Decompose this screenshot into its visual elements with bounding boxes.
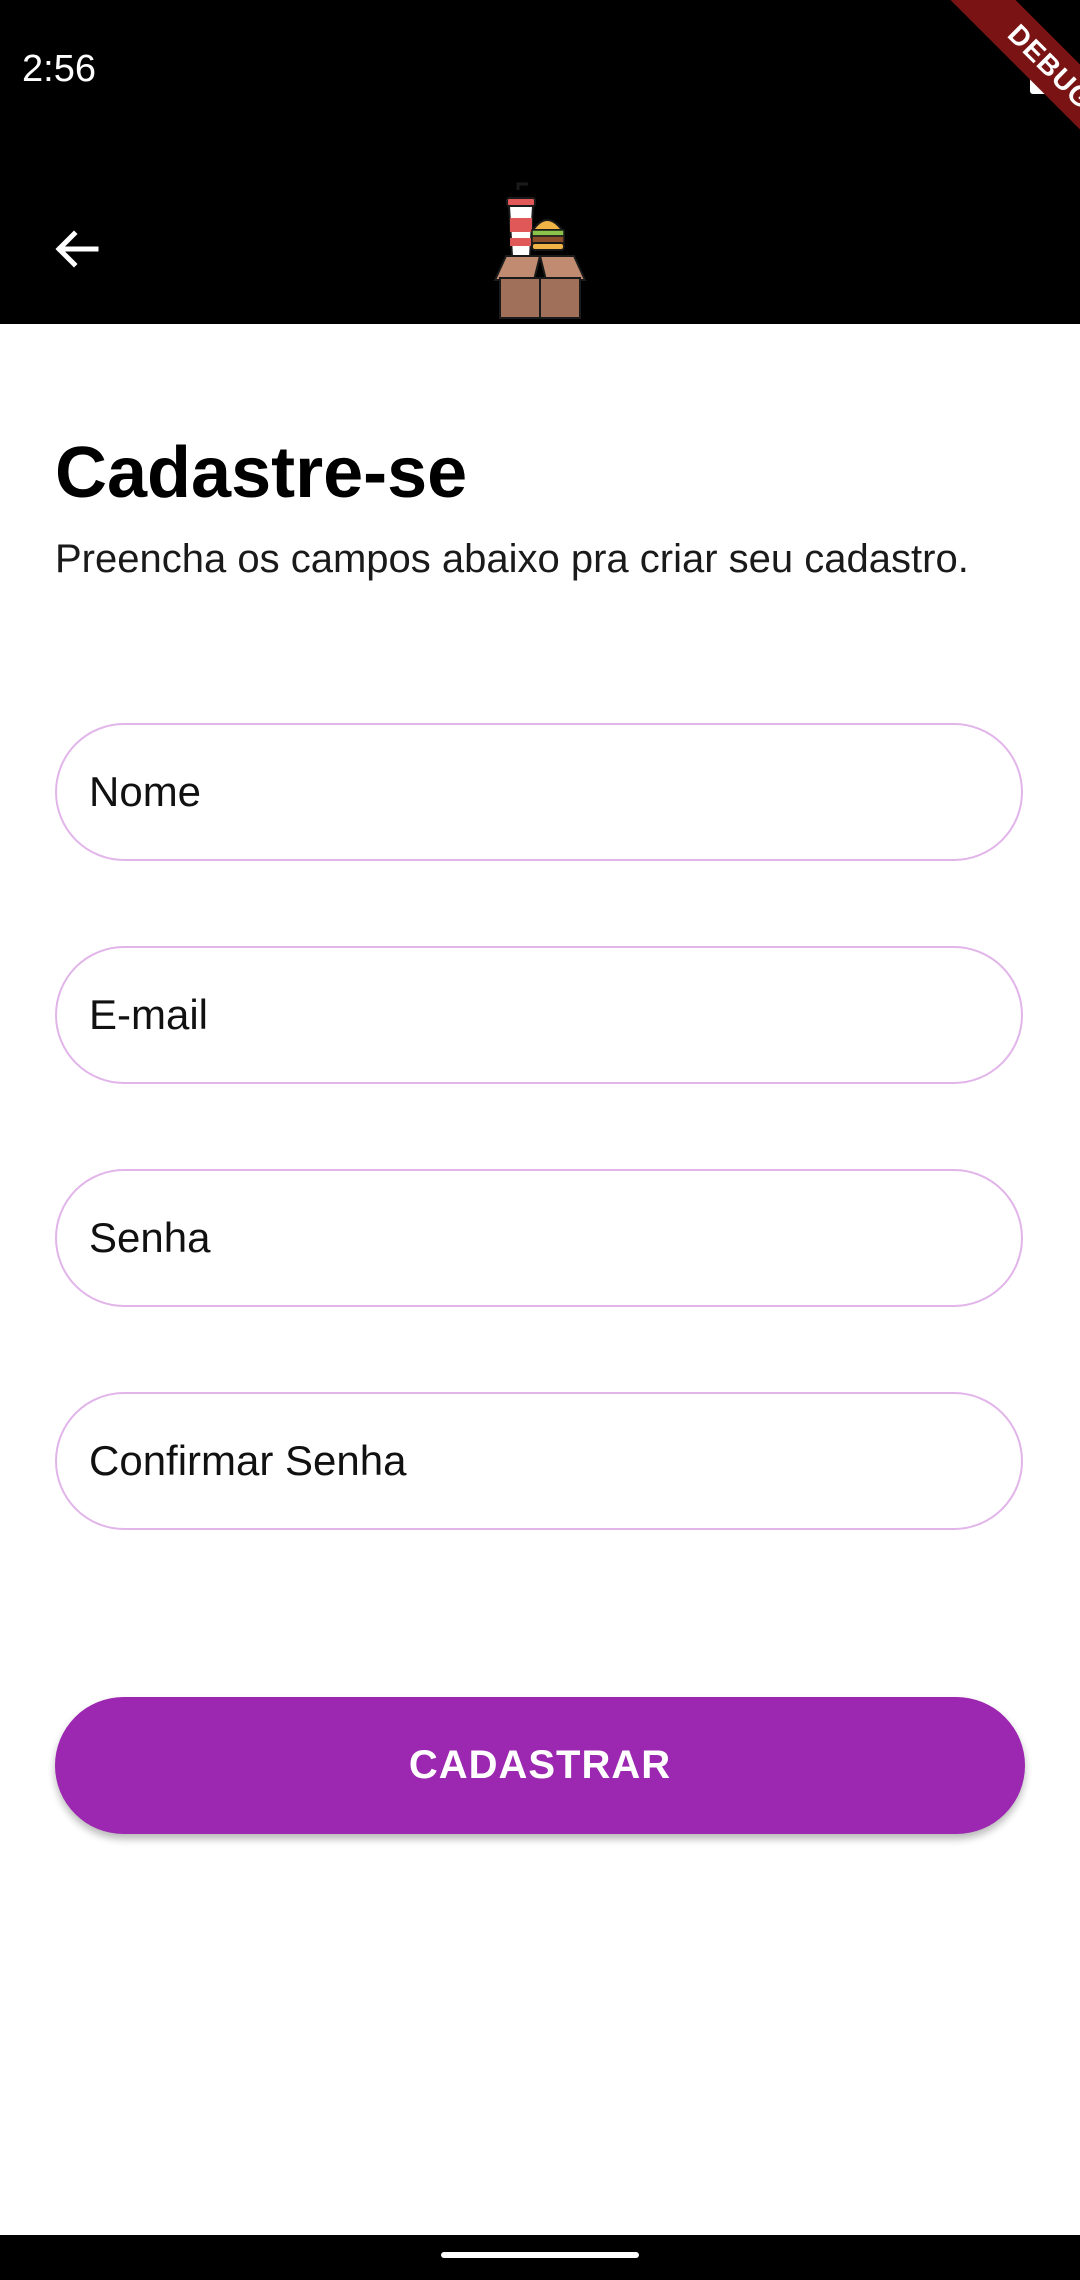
password-input[interactable] (57, 1171, 1021, 1305)
confirm-password-input[interactable] (57, 1394, 1021, 1528)
signup-button[interactable]: CADASTRAR (55, 1697, 1025, 1834)
status-time: 2:56 (22, 48, 96, 90)
food-box-logo-icon (493, 182, 587, 319)
name-field (55, 723, 1023, 861)
email-input[interactable] (57, 948, 1021, 1082)
page-subtitle: Preencha os campos abaixo pra criar seu … (55, 537, 969, 581)
signup-screen: 2:56 DEBUG Cadastre-se Preencha os campo… (0, 0, 1080, 2280)
back-button[interactable] (36, 208, 118, 290)
arrow-left-icon (55, 230, 99, 268)
confirm-password-field (55, 1392, 1023, 1530)
app-header: 2:56 DEBUG (0, 0, 1080, 324)
name-input[interactable] (57, 725, 1021, 859)
debug-banner: DEBUG (941, 0, 1080, 176)
password-field (55, 1169, 1023, 1307)
page-title: Cadastre-se (55, 433, 468, 513)
home-indicator[interactable] (441, 2252, 639, 2258)
system-nav-bar (0, 2235, 1080, 2280)
email-field (55, 946, 1023, 1084)
